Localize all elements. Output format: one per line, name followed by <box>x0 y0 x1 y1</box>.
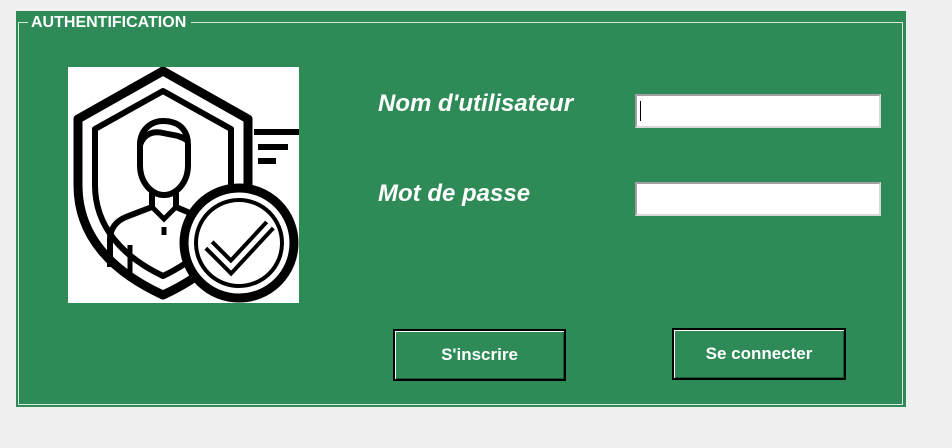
register-button[interactable]: S'inscrire <box>393 329 566 381</box>
username-input[interactable] <box>635 94 881 128</box>
group-title: AUTHENTIFICATION <box>28 14 192 32</box>
shield-user-check-icon <box>68 67 299 303</box>
text-caret <box>640 101 641 121</box>
password-label: Mot de passe <box>378 180 531 207</box>
authentication-panel: AUTHENTIFICATION Nom d'utilisateur Mot d… <box>16 11 906 407</box>
username-label: Nom d'utilisateur <box>378 90 574 117</box>
connect-button[interactable]: Se connecter <box>672 328 846 380</box>
password-input[interactable] <box>635 182 881 216</box>
